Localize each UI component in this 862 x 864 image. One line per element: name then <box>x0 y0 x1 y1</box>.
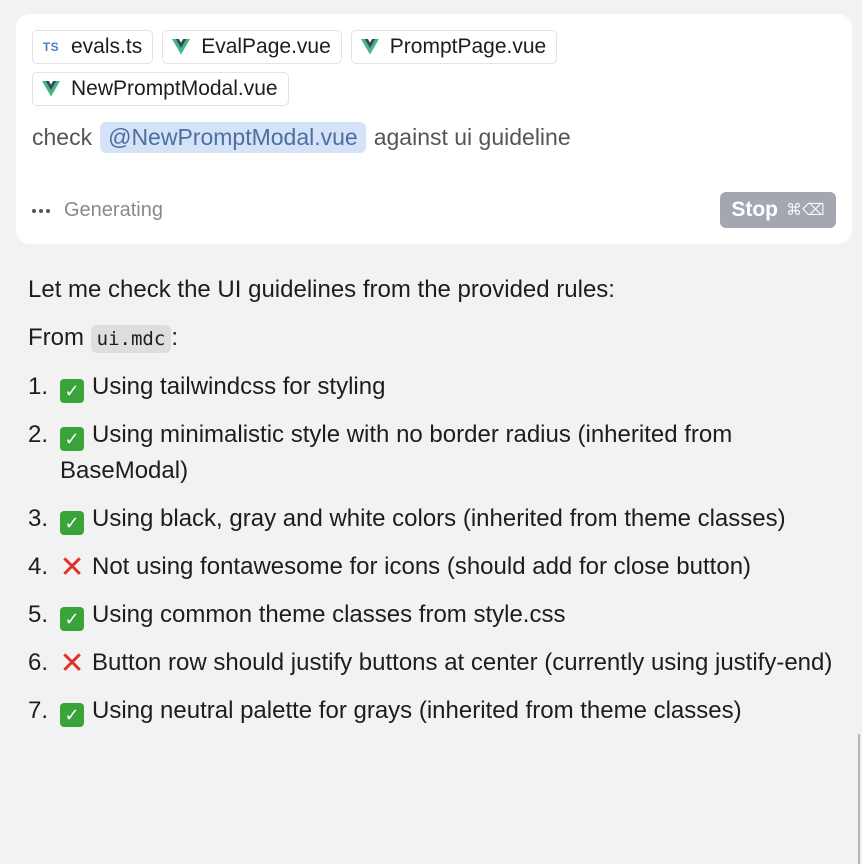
item-number: 3. <box>28 505 49 532</box>
assistant-response: Let me check the UI guidelines from the … <box>28 272 848 741</box>
check-mark-icon: ✓ <box>60 379 84 403</box>
list-item: 5. ✓ Using common theme classes from styl… <box>28 597 848 633</box>
list-item: 4. ✕ Not using fontawesome for icons (sho… <box>28 549 848 585</box>
chip-label: EvalPage.vue <box>201 35 331 58</box>
prompt-input[interactable]: check @NewPromptModal.vue against ui gui… <box>32 122 571 153</box>
file-mention[interactable]: @NewPromptModal.vue <box>100 122 366 153</box>
item-text: Using neutral palette for grays (inherit… <box>92 697 742 724</box>
chip-label: evals.ts <box>71 35 143 58</box>
from-suffix: : <box>171 324 178 351</box>
item-number: 1. <box>28 373 49 400</box>
typescript-icon: TS <box>42 40 60 54</box>
ellipsis-icon <box>32 208 50 213</box>
prompt-text-before: check <box>32 124 93 150</box>
status-label: Generating <box>64 199 163 221</box>
item-number: 6. <box>28 649 49 676</box>
check-mark-icon: ✓ <box>60 511 84 535</box>
item-text: Not using fontawesome for icons (should … <box>92 553 752 580</box>
from-prefix: From <box>28 324 84 351</box>
response-from-line: From ui.mdc: <box>28 320 848 357</box>
list-item: 1. ✓ Using tailwindcss for styling <box>28 369 848 405</box>
cross-mark-icon: ✕ <box>59 551 85 584</box>
vue-icon <box>171 37 191 57</box>
list-item: 3. ✓ Using black, gray and white colors (… <box>28 501 848 537</box>
cross-mark-icon: ✕ <box>59 647 85 680</box>
rule-file-code: ui.mdc <box>90 325 172 353</box>
chip-label: PromptPage.vue <box>389 35 547 58</box>
chip-label: NewPromptModal.vue <box>71 77 278 100</box>
item-text: Button row should justify buttons at cen… <box>92 649 833 676</box>
list-item: 7. ✓ Using neutral palette for grays (inh… <box>28 693 848 729</box>
context-chip-evalpage-vue[interactable]: EvalPage.vue <box>162 30 342 64</box>
context-chip-promptpage-vue[interactable]: PromptPage.vue <box>350 30 558 64</box>
guideline-checklist: 1. ✓ Using tailwindcss for styling 2. ✓ Us… <box>28 369 848 729</box>
item-text: Using minimalistic style with no border … <box>60 421 733 484</box>
list-item: 2. ✓ Using minimalistic style with no bor… <box>28 417 848 489</box>
stop-button[interactable]: Stop ⌘⌫ <box>720 192 836 228</box>
item-number: 2. <box>28 421 49 448</box>
response-intro: Let me check the UI guidelines from the … <box>28 276 615 303</box>
generating-status: Generating <box>32 199 163 222</box>
item-number: 7. <box>28 697 49 724</box>
item-text: Using tailwindcss for styling <box>92 373 386 400</box>
context-chips: TS evals.ts EvalPage.vue PromptPage.vue … <box>32 30 812 106</box>
item-text: Using common theme classes from style.cs… <box>92 601 566 628</box>
check-mark-icon: ✓ <box>60 427 84 451</box>
vue-icon <box>41 79 61 99</box>
stop-shortcut: ⌘⌫ <box>786 202 825 219</box>
stop-label: Stop <box>731 198 779 221</box>
list-item: 6. ✕ Button row should justify buttons at… <box>28 645 848 681</box>
item-text: Using black, gray and white colors (inhe… <box>92 505 786 532</box>
scrollbar-thumb[interactable] <box>858 734 860 864</box>
context-chip-evals-ts[interactable]: TS evals.ts <box>32 30 154 64</box>
vue-icon <box>360 37 380 57</box>
item-number: 5. <box>28 601 49 628</box>
check-mark-icon: ✓ <box>60 607 84 631</box>
item-number: 4. <box>28 553 49 580</box>
context-chip-newpromptmodal-vue[interactable]: NewPromptModal.vue <box>32 72 289 106</box>
check-mark-icon: ✓ <box>60 703 84 727</box>
prompt-text-after: against ui guideline <box>373 124 571 150</box>
chat-composer: TS evals.ts EvalPage.vue PromptPage.vue … <box>16 14 852 244</box>
